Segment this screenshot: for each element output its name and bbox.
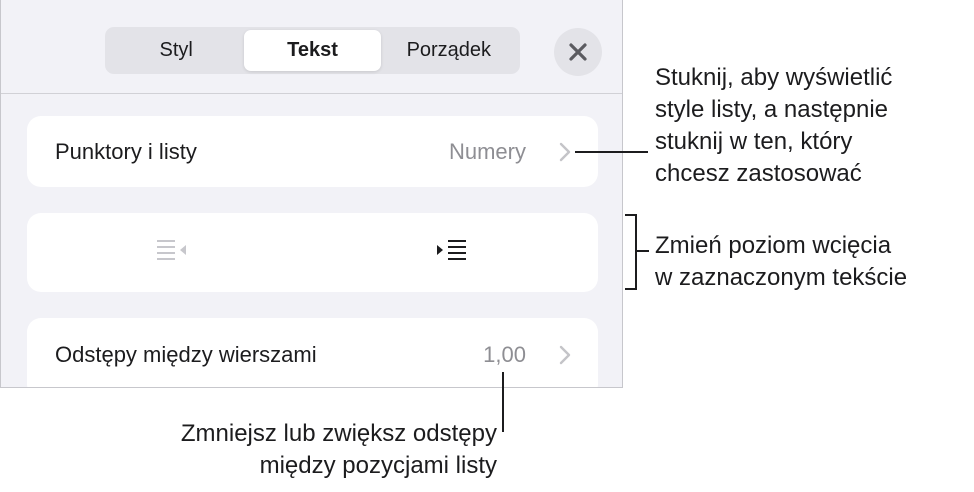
callout-leader-list-styles xyxy=(575,151,648,153)
chevron-right-icon xyxy=(559,345,571,365)
callout-bracket-indent-vertical xyxy=(635,214,637,290)
callout-spacing-line-1: Zmniejsz lub zwiększ odstępy xyxy=(180,420,497,447)
tab-porzadek[interactable]: Porządek xyxy=(381,30,517,71)
callout-indent-line-1: Zmień poziom wcięcia xyxy=(655,232,892,259)
screenshot-stage: Styl Tekst Porządek Punktory i listy Num… xyxy=(0,0,974,492)
bullets-and-lists-label: Punktory i listy xyxy=(55,139,197,164)
callout-list-styles-line-1: Stuknij, aby wyświetlić xyxy=(655,64,893,91)
chevron-right-icon xyxy=(559,142,571,162)
format-panel: Styl Tekst Porządek Punktory i listy Num… xyxy=(0,0,623,388)
line-spacing-label: Odstępy między wierszami xyxy=(55,342,317,367)
indent-row xyxy=(27,213,598,292)
panel-header: Styl Tekst Porządek xyxy=(1,0,622,94)
callout-leader-spacing xyxy=(502,372,504,432)
callout-bracket-indent-bottom xyxy=(625,288,637,290)
callout-leader-indent xyxy=(637,250,649,252)
callout-list-styles-line-3: stuknij w ten, który xyxy=(655,128,853,155)
callout-spacing-line-2: między pozycjami listy xyxy=(259,452,497,479)
format-tabs: Styl Tekst Porządek xyxy=(105,27,520,74)
tab-styl[interactable]: Styl xyxy=(108,30,244,71)
line-spacing-row[interactable]: Odstępy między wierszami 1,00 xyxy=(27,318,598,387)
indent-icon[interactable] xyxy=(432,235,472,267)
callout-list-styles-line-2: style listy, a następnie xyxy=(655,96,889,123)
callout-list-styles: Stuknij, aby wyświetlić style listy, a n… xyxy=(655,62,892,190)
close-icon xyxy=(569,43,587,61)
callout-spacing: Zmniejsz lub zwiększ odstępy między pozy… xyxy=(181,418,497,482)
outdent-icon[interactable] xyxy=(153,235,193,267)
callout-list-styles-line-4: chcesz zastosować xyxy=(655,160,862,187)
callout-indent: Zmień poziom wcięcia w zaznaczonym tekśc… xyxy=(655,230,907,294)
bullets-and-lists-row[interactable]: Punktory i listy Numery xyxy=(27,116,598,187)
bullets-and-lists-value: Numery xyxy=(448,139,526,164)
tab-tekst[interactable]: Tekst xyxy=(244,30,381,71)
close-button[interactable] xyxy=(554,28,602,76)
line-spacing-value: 1,00 xyxy=(483,342,526,367)
callout-indent-line-2: w zaznaczonym tekście xyxy=(655,264,908,291)
